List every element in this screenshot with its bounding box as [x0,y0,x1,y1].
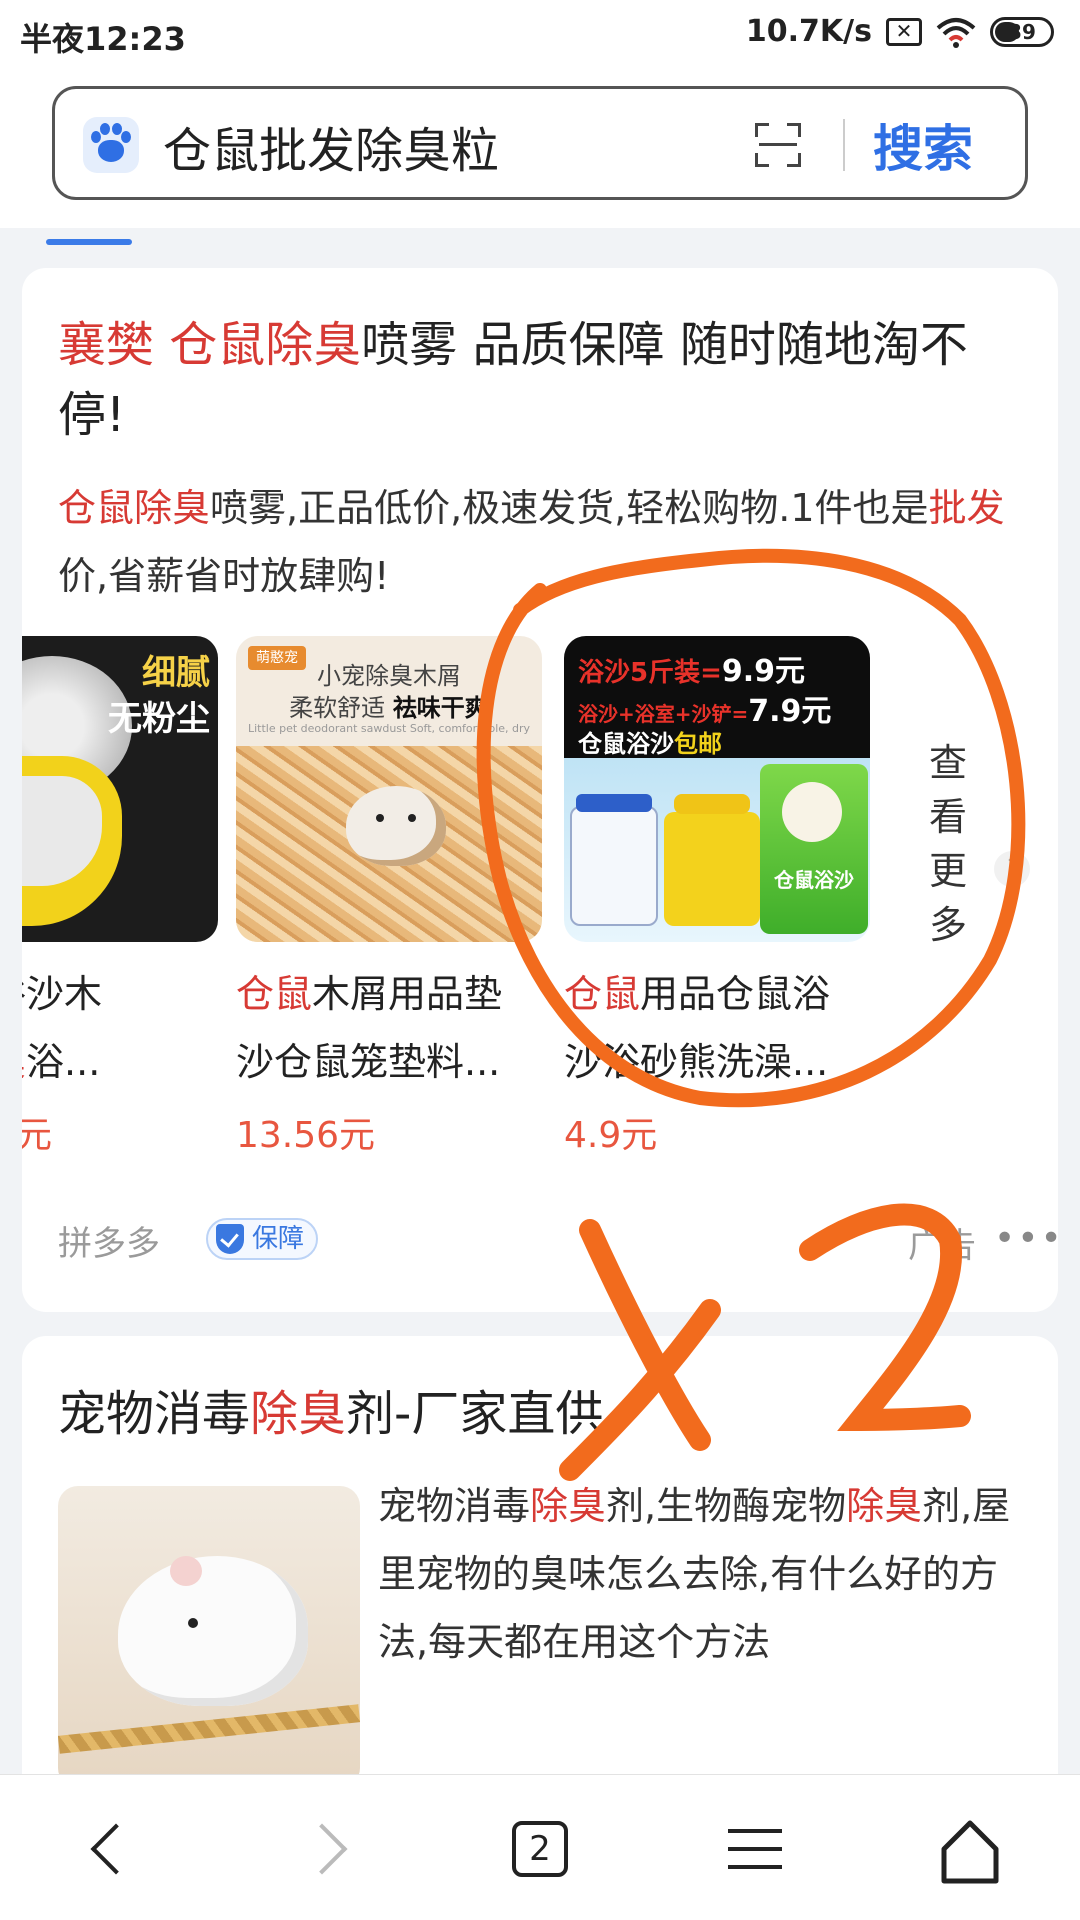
scan-icon[interactable] [755,123,801,167]
ad-description: 仓鼠除臭喷雾,正品低价,极速发货,轻松购物.1件也是批发价,省薪省时放肆购! [58,486,1005,598]
product-name[interactable]: 仓鼠用品仓鼠浴 沙浴砂熊洗澡... [564,960,870,1096]
result-description: 宠物消毒除臭剂,生物酶宠物除臭剂,屋里宠物的臭味怎么去除,有什么好的方法,每天都… [378,1484,1011,1664]
status-time: 半夜12:23 [20,20,186,58]
no-sim-icon: ✕ [886,17,922,46]
product-item[interactable]: 细腻无粉尘 萌装浴沙木 屑除臭浴... 元 [22,636,218,1158]
guarantee-badge: 保障 [206,1218,319,1260]
ad-label: 广告 [908,1226,976,1266]
ad-title[interactable]: 襄樊 仓鼠除臭喷雾 品质保障 随时随地淘不停! [58,310,1018,450]
ad-footer: 拼多多 保障 广告 ••• [58,1216,1058,1266]
product-price: 13.56元 [236,1115,376,1156]
forward-icon[interactable] [290,1811,370,1891]
shield-icon [216,1224,244,1254]
product-carousel[interactable]: 细腻无粉尘 萌装浴沙木 屑除臭浴... 元 萌憨宠 小宠除臭木屑 柔软舒适 祛味… [22,636,1058,1156]
status-icons: 10.7K/s ✕ 39 [746,14,1054,49]
home-icon[interactable] [930,1811,1010,1891]
battery-icon: 39 [990,16,1054,47]
ad-result-card[interactable]: 襄樊 仓鼠除臭喷雾 品质保障 随时随地淘不停! 仓鼠除臭喷雾,正品低价,极速发货… [22,268,1058,1312]
search-box[interactable]: 仓鼠批发除臭粒 搜索 [52,86,1028,200]
product-item[interactable]: 萌憨宠 小宠除臭木屑 柔软舒适 祛味干爽 Little pet deodoran… [236,636,542,1158]
back-icon[interactable] [68,1811,148,1891]
menu-icon[interactable] [718,1811,798,1891]
product-image[interactable]: 仓鼠浴沙 浴沙5斤装=9.9元 浴沙+浴室+沙铲=7.9元 仓鼠浴沙包邮 [564,636,870,942]
network-speed: 10.7K/s [745,14,872,49]
tabs-icon[interactable]: 2 [500,1811,580,1891]
more-options-icon[interactable]: ••• [994,1221,1058,1257]
view-more-button[interactable]: 查看更多 [922,736,974,952]
product-image[interactable]: 萌憨宠 小宠除臭木屑 柔软舒适 祛味干爽 Little pet deodoran… [236,636,542,942]
result-title[interactable]: 宠物消毒除臭剂-厂家直供 [58,1374,603,1444]
search-button[interactable]: 搜索 [873,109,973,181]
tab-indicator [46,239,132,245]
result-image[interactable] [58,1486,360,1788]
product-name[interactable]: 萌装浴沙木 屑除臭浴... [22,960,218,1096]
product-name[interactable]: 仓鼠木屑用品垫 沙仓鼠笼垫料... [236,960,542,1096]
search-input[interactable]: 仓鼠批发除臭粒 [163,111,499,181]
product-price: 元 [22,1115,53,1156]
product-image[interactable]: 细腻 无粉尘 [22,636,218,942]
wifi-icon [936,17,976,48]
product-price: 4.9元 [564,1115,658,1156]
baidu-paw-icon[interactable] [83,117,139,173]
search-header: 仓鼠批发除臭粒 搜索 [0,72,1080,228]
source-label[interactable]: 拼多多 [58,1216,160,1265]
product-item[interactable]: 仓鼠浴沙 浴沙5斤装=9.9元 浴沙+浴室+沙铲=7.9元 仓鼠浴沙包邮 仓鼠用… [564,636,870,1158]
status-bar: 半夜12:23 10.7K/s ✕ 39 [0,0,1080,72]
search-divider [843,119,845,171]
chevron-right-icon[interactable] [994,851,1030,887]
bottom-navigation: 2 [0,1774,1080,1920]
